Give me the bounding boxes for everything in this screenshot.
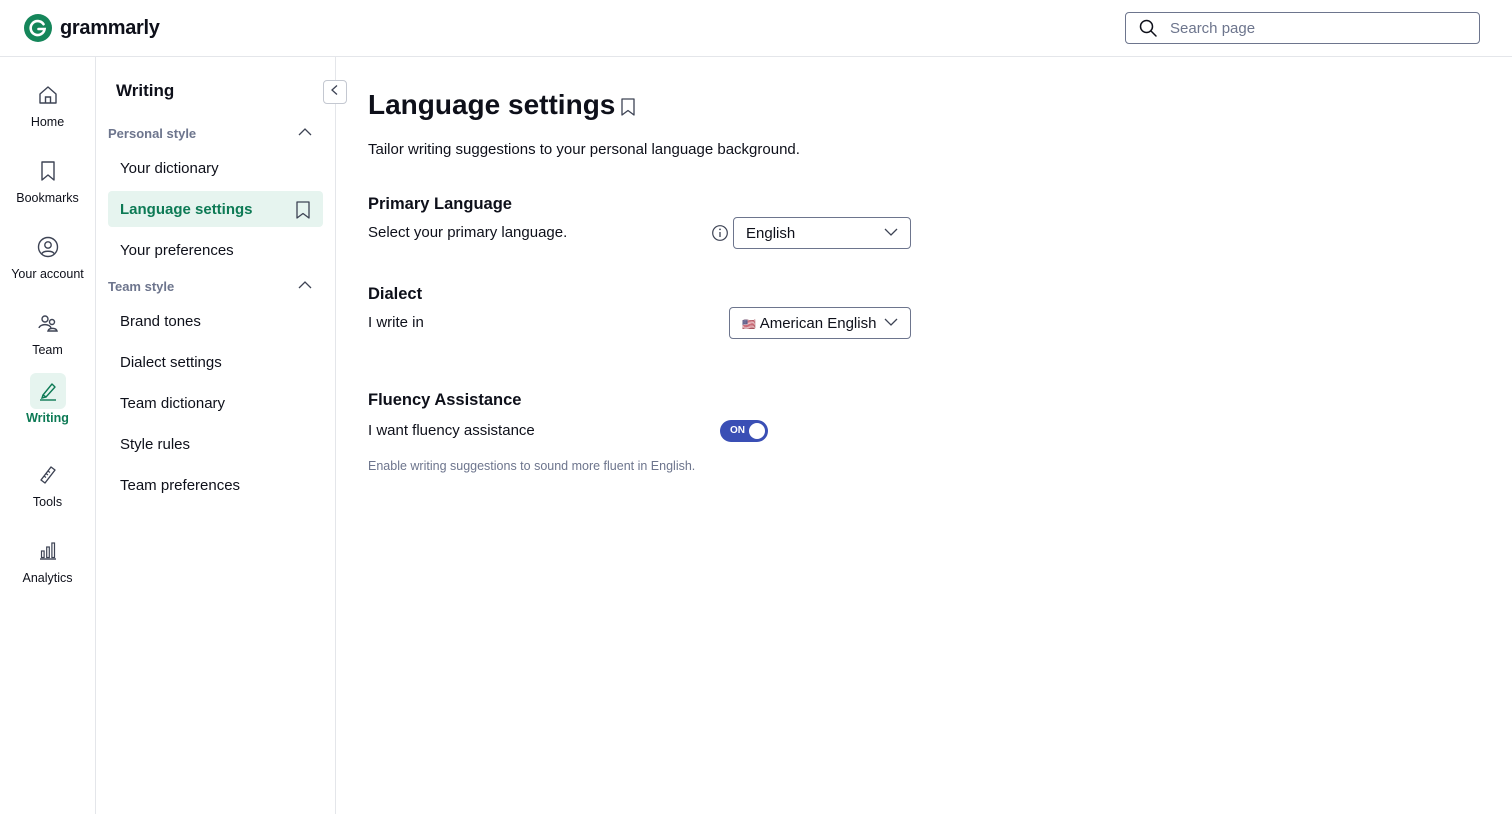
fluency-label: I want fluency assistance (368, 422, 535, 439)
nav-link-your-dictionary[interactable]: Your dictionary (108, 150, 323, 186)
group-header-team-style[interactable]: Team style (108, 276, 312, 296)
dialect-title: Dialect (368, 285, 423, 303)
fluency-hint: Enable writing suggestions to sound more… (368, 459, 696, 473)
rail-label-your-account: Your account (11, 267, 84, 281)
page-description: Tailor writing suggestions to your perso… (368, 141, 800, 158)
nav-link-label: Brand tones (120, 312, 201, 330)
team-icon (30, 305, 66, 341)
fluency-toggle[interactable]: ON (720, 420, 768, 442)
rail-item-analytics[interactable]: Analytics (0, 533, 95, 593)
tools-icon (30, 457, 66, 493)
nav-link-team-dictionary[interactable]: Team dictionary (108, 385, 323, 421)
primary-language-value: English (746, 224, 796, 242)
group-label-personal-style: Personal style (108, 125, 197, 141)
rail-label-team: Team (32, 343, 63, 357)
rail-label-tools: Tools (32, 495, 63, 509)
toggle-state-text: ON (730, 425, 745, 436)
nav-link-label: Team dictionary (120, 394, 226, 412)
brand-name: grammarly (60, 16, 160, 39)
rail-item-tools[interactable]: Tools (0, 457, 95, 517)
nav-link-label: Language settings (120, 200, 253, 218)
primary-language-label: Select your primary language. (368, 224, 568, 241)
search-box[interactable] (1125, 12, 1480, 44)
group-header-personal-style[interactable]: Personal style (108, 123, 312, 143)
home-icon (30, 77, 66, 113)
rail-label-writing: Writing (26, 411, 69, 425)
fluency-title: Fluency Assistance (368, 391, 522, 409)
nav-link-label: Style rules (120, 435, 191, 453)
rail-label-analytics: Analytics (22, 571, 73, 585)
primary-nav-rail: Home Bookmarks Your account Team Writing… (0, 57, 96, 814)
rail-item-home[interactable]: Home (0, 77, 95, 137)
nav-link-style-rules[interactable]: Style rules (108, 426, 323, 462)
subnav-title: Writing (116, 81, 175, 100)
bookmark-icon[interactable] (295, 201, 311, 223)
rail-item-writing[interactable]: Writing (0, 373, 95, 433)
chevron-up-icon (298, 124, 312, 142)
rail-item-bookmarks[interactable]: Bookmarks (0, 153, 95, 213)
rail-label-home: Home (30, 115, 65, 129)
nav-link-dialect-settings[interactable]: Dialect settings (108, 344, 323, 380)
nav-link-label: Your preferences (120, 241, 234, 259)
page-title: Language settings (368, 89, 616, 120)
nav-link-label: Your dictionary (120, 159, 219, 177)
us-flag-icon: 🇺🇸 (742, 318, 756, 331)
bookmark-icon (30, 153, 66, 189)
dialect-value-wrap: 🇺🇸 American English (742, 315, 876, 332)
collapse-sidebar-button[interactable] (323, 80, 347, 104)
grammarly-logo-icon (24, 14, 52, 42)
rail-item-team[interactable]: Team (0, 305, 95, 365)
dialect-value: American English (759, 314, 877, 332)
group-label-team-style: Team style (108, 278, 175, 294)
nav-link-label: Team preferences (120, 476, 241, 494)
chevron-left-icon (329, 83, 341, 101)
search-icon (1138, 18, 1158, 38)
chevron-down-icon (884, 224, 898, 242)
grammarly-logo[interactable]: grammarly (24, 14, 160, 42)
nav-link-label: Dialect settings (120, 353, 222, 371)
bookmark-page-icon[interactable] (620, 98, 636, 121)
toggle-knob (749, 423, 765, 439)
dialect-label: I write in (368, 314, 424, 331)
account-icon (30, 229, 66, 265)
rail-item-your-account[interactable]: Your account (0, 229, 95, 289)
primary-language-select[interactable]: English (733, 217, 911, 249)
nav-link-your-preferences[interactable]: Your preferences (108, 232, 323, 268)
info-icon[interactable] (711, 224, 729, 242)
writing-subnav: Writing Personal style Your dictionary L… (96, 57, 347, 814)
nav-link-team-preferences[interactable]: Team preferences (108, 467, 323, 503)
analytics-icon (30, 533, 66, 569)
pen-icon (29, 373, 66, 409)
rail-label-bookmarks: Bookmarks (16, 191, 79, 205)
chevron-up-icon (298, 277, 312, 295)
dialect-select[interactable]: 🇺🇸 American English (729, 307, 911, 339)
nav-link-brand-tones[interactable]: Brand tones (108, 303, 323, 339)
search-input[interactable] (1170, 19, 1470, 37)
primary-language-title: Primary Language (368, 195, 512, 213)
chevron-down-icon (884, 314, 898, 332)
nav-link-language-settings[interactable]: Language settings (108, 191, 323, 227)
top-bar: grammarly (0, 0, 1512, 57)
